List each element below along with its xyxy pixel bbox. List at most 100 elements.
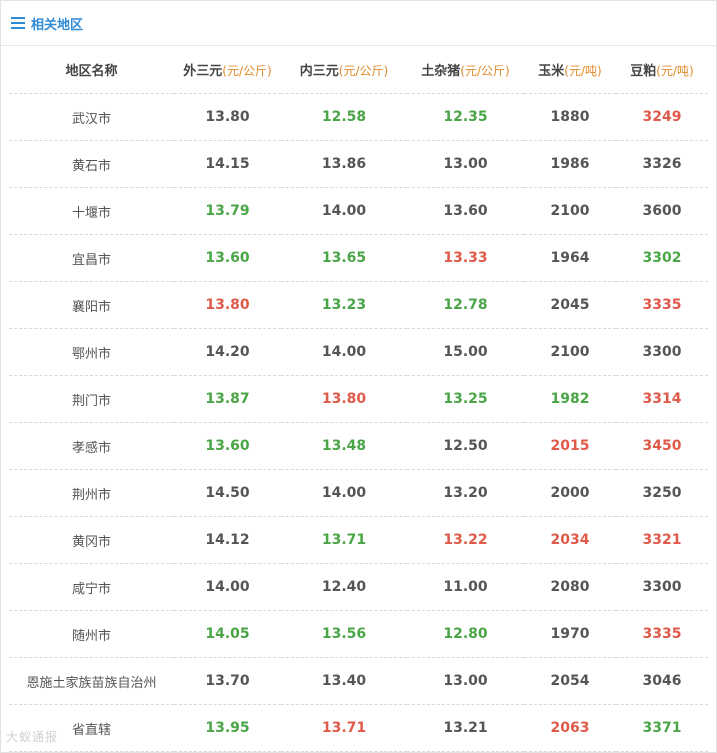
table-row[interactable]: 孝感市 13.60 13.48 12.50 2015 3450 <box>9 422 708 470</box>
column-unit: (元/公斤) <box>338 64 389 78</box>
region-name-cell[interactable]: 随州市 <box>9 610 174 658</box>
panel-header: 相关地区 <box>1 1 716 46</box>
price-cell: 3250 <box>616 469 708 517</box>
price-cell: 13.00 <box>407 140 524 188</box>
price-cell: 3300 <box>616 563 708 611</box>
price-cell: 2100 <box>524 187 616 235</box>
price-cell: 1970 <box>524 610 616 658</box>
region-name-cell[interactable]: 十堰市 <box>9 187 174 235</box>
region-name-cell[interactable]: 宜昌市 <box>9 234 174 282</box>
price-cell: 2100 <box>524 328 616 376</box>
column-label: 土杂猪 <box>421 64 461 79</box>
table-row[interactable]: 鄂州市 14.20 14.00 15.00 2100 3300 <box>9 328 708 376</box>
region-name-cell[interactable]: 荆州市 <box>9 469 174 517</box>
column-header: 土杂猪(元/公斤) <box>407 46 524 94</box>
table-row[interactable]: 黄冈市 14.12 13.71 13.22 2034 3321 <box>9 516 708 564</box>
price-cell: 1982 <box>524 375 616 423</box>
price-cell: 3300 <box>616 328 708 376</box>
region-name-cell[interactable]: 荆门市 <box>9 375 174 423</box>
price-cell: 12.35 <box>407 93 524 141</box>
region-name-cell[interactable]: 黄石市 <box>9 140 174 188</box>
price-cell: 3600 <box>616 187 708 235</box>
price-cell: 14.05 <box>174 610 281 658</box>
table-row[interactable]: 襄阳市 13.80 13.23 12.78 2045 3335 <box>9 281 708 329</box>
table-row[interactable]: 随州市 14.05 13.56 12.80 1970 3335 <box>9 610 708 658</box>
price-cell: 3302 <box>616 234 708 282</box>
price-cell: 3321 <box>616 516 708 564</box>
column-header: 玉米(元/吨) <box>524 46 616 94</box>
price-cell: 13.23 <box>281 281 407 329</box>
price-cell: 2015 <box>524 422 616 470</box>
price-cell: 14.12 <box>174 516 281 564</box>
watermark: 大蚁通报 <box>6 730 59 744</box>
price-cell: 12.80 <box>407 610 524 658</box>
price-cell: 12.58 <box>281 93 407 141</box>
column-label: 内三元 <box>299 64 339 79</box>
region-name-cell[interactable]: 恩施土家族苗族自治州 <box>9 657 174 705</box>
price-cell: 14.00 <box>281 187 407 235</box>
price-cell: 14.20 <box>174 328 281 376</box>
price-cell: 13.80 <box>174 281 281 329</box>
price-cell: 2034 <box>524 516 616 564</box>
column-unit: (元/公斤) <box>460 64 510 78</box>
region-name-cell[interactable]: 襄阳市 <box>9 281 174 329</box>
table-header-row: 地区名称 外三元(元/公斤) 内三元(元/公斤) 土杂猪(元/公斤) 玉米(元/吨) 豆粕… <box>9 46 708 94</box>
price-cell: 13.60 <box>174 422 281 470</box>
table-row[interactable]: 宜昌市 13.60 13.65 13.33 1964 3302 <box>9 234 708 282</box>
region-name-cell[interactable]: 孝感市 <box>9 422 174 470</box>
price-cell: 13.60 <box>407 187 524 235</box>
column-unit: (元/公斤) <box>222 64 272 78</box>
price-cell: 13.20 <box>407 469 524 517</box>
price-cell: 3249 <box>616 93 708 141</box>
table-row[interactable]: 荆州市 14.50 14.00 13.20 2000 3250 <box>9 469 708 517</box>
region-name-cell[interactable]: 黄冈市 <box>9 516 174 564</box>
price-cell: 12.78 <box>407 281 524 329</box>
price-cell: 13.40 <box>281 657 407 705</box>
price-cell: 13.25 <box>407 375 524 423</box>
table-row[interactable]: 黄石市 14.15 13.86 13.00 1986 3326 <box>9 140 708 188</box>
menu-icon[interactable] <box>11 17 25 29</box>
price-cell: 14.00 <box>174 563 281 611</box>
table-row[interactable]: 十堰市 13.79 14.00 13.60 2100 3600 <box>9 187 708 235</box>
price-cell: 13.95 <box>174 704 281 752</box>
price-cell: 2054 <box>524 657 616 705</box>
region-name-cell[interactable]: 咸宁市 <box>9 563 174 611</box>
price-cell: 3450 <box>616 422 708 470</box>
column-label: 外三元 <box>183 64 223 79</box>
table-row[interactable]: 省直辖 13.95 13.71 13.21 2063 3371 <box>9 704 708 752</box>
price-cell: 3314 <box>616 375 708 423</box>
panel-title: 相关地区 <box>31 17 84 33</box>
column-unit: (元/吨) <box>656 64 694 78</box>
column-header: 地区名称 <box>9 46 174 94</box>
table-row[interactable]: 咸宁市 14.00 12.40 11.00 2080 3300 <box>9 563 708 611</box>
column-label: 玉米 <box>538 64 565 79</box>
price-cell: 11.00 <box>407 563 524 611</box>
price-cell: 14.00 <box>281 469 407 517</box>
price-cell: 2000 <box>524 469 616 517</box>
price-cell: 13.79 <box>174 187 281 235</box>
price-cell: 14.50 <box>174 469 281 517</box>
column-label: 地区名称 <box>65 64 118 79</box>
column-label: 豆粕 <box>630 64 657 79</box>
price-cell: 13.00 <box>407 657 524 705</box>
region-name-cell[interactable]: 武汉市 <box>9 93 174 141</box>
price-cell: 3335 <box>616 281 708 329</box>
price-cell: 2063 <box>524 704 616 752</box>
price-cell: 13.80 <box>281 375 407 423</box>
price-cell: 1880 <box>524 93 616 141</box>
price-cell: 14.15 <box>174 140 281 188</box>
table-row[interactable]: 恩施土家族苗族自治州 13.70 13.40 13.00 2054 3046 <box>9 657 708 705</box>
price-cell: 13.65 <box>281 234 407 282</box>
region-name-cell[interactable]: 鄂州市 <box>9 328 174 376</box>
price-cell: 13.33 <box>407 234 524 282</box>
table-row[interactable]: 荆门市 13.87 13.80 13.25 1982 3314 <box>9 375 708 423</box>
price-cell: 3326 <box>616 140 708 188</box>
column-header: 内三元(元/公斤) <box>281 46 407 94</box>
price-cell: 1986 <box>524 140 616 188</box>
price-cell: 13.80 <box>174 93 281 141</box>
price-cell: 13.56 <box>281 610 407 658</box>
price-cell: 14.00 <box>281 328 407 376</box>
table-row[interactable]: 武汉市 13.80 12.58 12.35 1880 3249 <box>9 93 708 141</box>
price-cell: 3335 <box>616 610 708 658</box>
price-cell: 2045 <box>524 281 616 329</box>
